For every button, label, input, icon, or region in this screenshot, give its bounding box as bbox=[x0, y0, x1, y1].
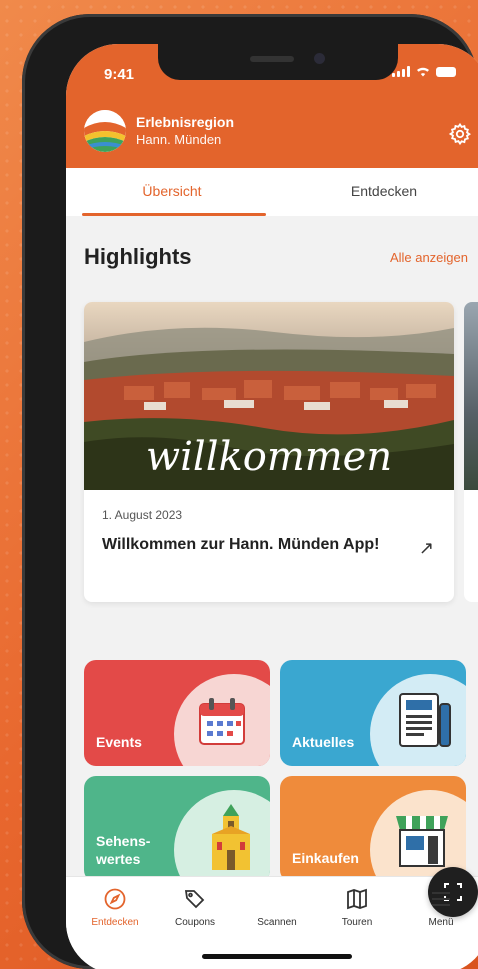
tab-bar: Übersicht Entdecken bbox=[66, 168, 478, 216]
front-camera bbox=[314, 53, 325, 64]
tile-sehenswertes[interactable]: Sehens- wertes bbox=[84, 776, 270, 882]
wifi-icon bbox=[417, 67, 429, 77]
shop-icon bbox=[396, 816, 448, 867]
tile-label-line: wertes bbox=[96, 851, 141, 867]
town-photo: willkommen bbox=[84, 302, 454, 490]
status-icons bbox=[392, 66, 456, 77]
landmark-icon bbox=[212, 804, 250, 870]
nav-label: Coupons bbox=[174, 917, 216, 928]
nav-label: Scannen bbox=[257, 917, 297, 928]
home-indicator[interactable] bbox=[202, 954, 352, 959]
nav-label: Touren bbox=[341, 917, 373, 928]
nav-entdecken[interactable]: Entdecken bbox=[80, 887, 150, 928]
card-image-text: willkommen bbox=[146, 434, 392, 480]
speaker bbox=[250, 56, 294, 62]
tab-entdecken[interactable]: Entdecken bbox=[278, 168, 478, 216]
arrow-up-right-icon[interactable]: ↗ bbox=[419, 538, 434, 559]
device-notch bbox=[158, 44, 398, 80]
phone-frame: 9:41 Erlebnisregion Hann. Münden Übersic… bbox=[22, 14, 478, 969]
nav-label: Entdecken bbox=[91, 917, 139, 928]
next-highlight-card[interactable] bbox=[464, 302, 478, 602]
card-date: 1. August 2023 bbox=[102, 508, 183, 522]
newspaper-icon bbox=[399, 693, 451, 747]
card-title: Willkommen zur Hann. Münden App! bbox=[102, 536, 380, 553]
tile-label: Events bbox=[96, 734, 142, 750]
gear-icon[interactable] bbox=[448, 122, 472, 146]
tile-label: Sehens- wertes bbox=[96, 832, 150, 868]
show-all-link[interactable]: Alle anzeigen bbox=[390, 250, 468, 265]
highlight-card[interactable]: willkommen 1. August 2023 Willkommen zur… bbox=[84, 302, 454, 602]
status-time: 9:41 bbox=[104, 66, 135, 83]
nav-menu[interactable]: Menü bbox=[406, 887, 476, 928]
menu-icon bbox=[432, 892, 450, 906]
nav-label: Menü bbox=[428, 917, 454, 928]
tile-label: Einkaufen bbox=[292, 850, 359, 866]
nav-scannen[interactable]: Scannen bbox=[242, 867, 478, 928]
app-screen: 9:41 Erlebnisregion Hann. Münden Übersic… bbox=[66, 44, 478, 969]
battery-icon bbox=[436, 66, 456, 77]
signal-icon bbox=[392, 66, 410, 77]
tile-aktuelles[interactable]: Aktuelles bbox=[280, 660, 466, 766]
nav-touren[interactable]: Touren bbox=[322, 887, 392, 928]
tile-label: Aktuelles bbox=[292, 734, 355, 750]
app-header: 9:41 Erlebnisregion Hann. Münden bbox=[66, 44, 478, 168]
brand-title: Erlebnisregion bbox=[136, 114, 235, 130]
tab-uebersicht[interactable]: Übersicht bbox=[66, 168, 278, 216]
brand-logo[interactable] bbox=[84, 110, 126, 152]
calendar-icon bbox=[199, 698, 245, 745]
nav-coupons[interactable]: Coupons bbox=[160, 887, 230, 928]
highlights-heading: Highlights bbox=[84, 244, 192, 269]
tile-events[interactable]: Events bbox=[84, 660, 270, 766]
compass-icon bbox=[104, 888, 126, 910]
tag-icon bbox=[184, 890, 205, 909]
tile-label-line: Sehens- bbox=[96, 833, 151, 849]
map-icon bbox=[347, 888, 367, 910]
brand-subtitle: Hann. Münden bbox=[136, 132, 222, 147]
